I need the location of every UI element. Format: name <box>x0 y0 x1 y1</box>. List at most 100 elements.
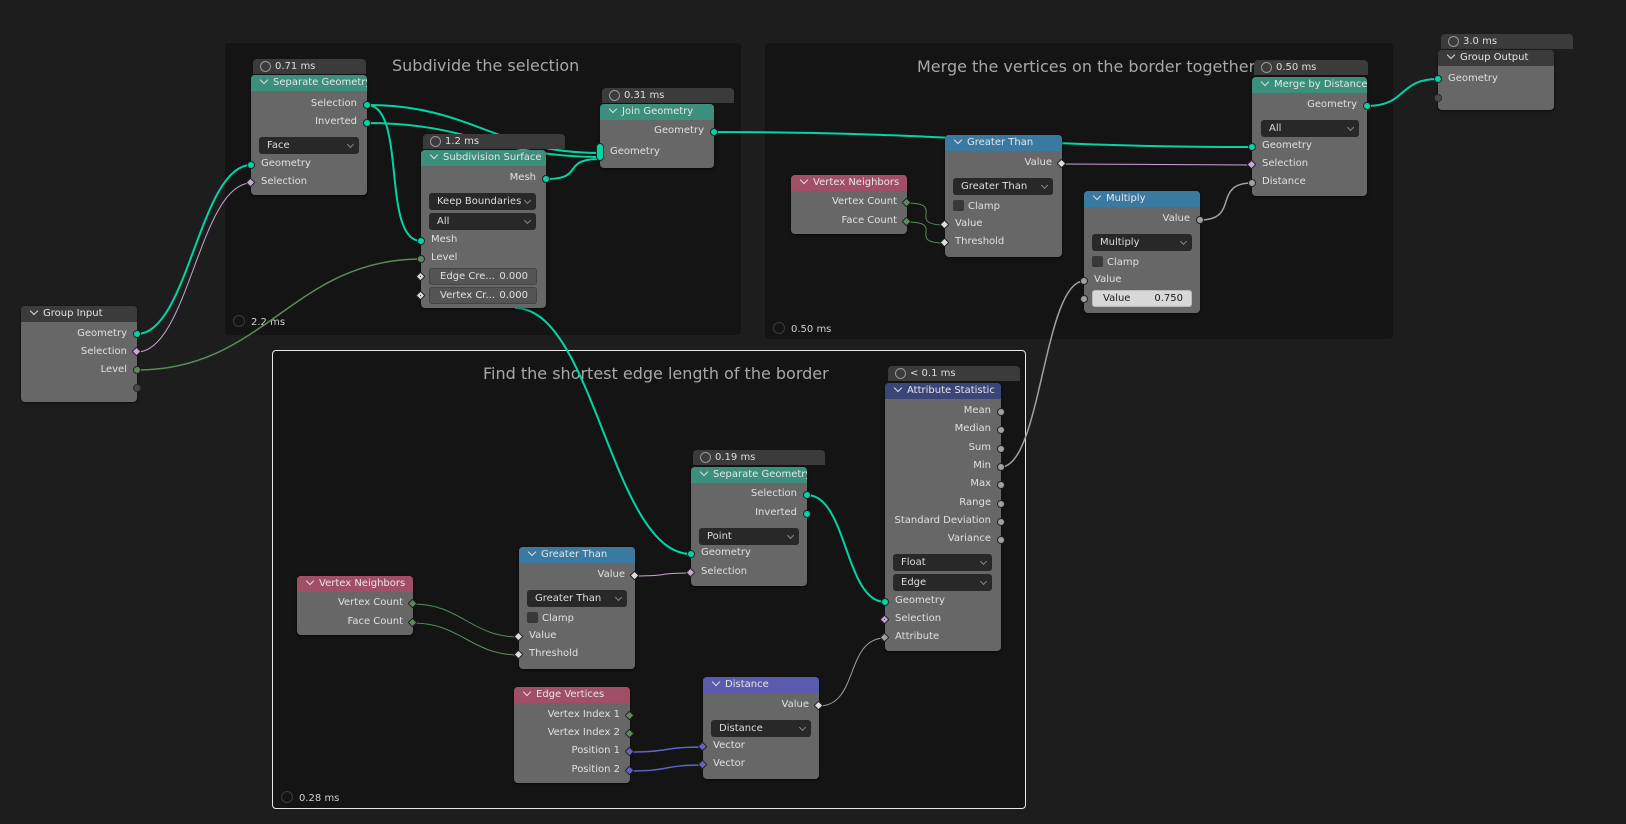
socket-inverted-out[interactable] <box>803 510 811 518</box>
socket-empty-out[interactable] <box>133 384 141 392</box>
node-vertex-neighbors[interactable]: Vertex Neighbors Vertex Count Face Count <box>791 175 912 234</box>
dropdown-value: Greater Than <box>961 181 1028 192</box>
socket-geometry-in[interactable] <box>1434 75 1442 83</box>
operation-dropdown[interactable]: Multiply <box>1092 234 1192 251</box>
boundary-dropdown[interactable]: Keep Boundaries <box>429 193 536 210</box>
socket-value-out[interactable] <box>1196 216 1204 224</box>
domain-dropdown[interactable]: Edge <box>893 574 992 591</box>
chevron-down-icon[interactable] <box>799 175 809 185</box>
node-header[interactable]: Group Output <box>1438 50 1554 66</box>
socket-geometry-in[interactable] <box>687 550 695 558</box>
socket-value-b-in[interactable] <box>1080 295 1088 303</box>
node-header[interactable]: Distance <box>703 677 819 693</box>
operation-dropdown[interactable]: Greater Than <box>953 178 1053 195</box>
node-vertex-neighbors[interactable]: Vertex Neighbors Vertex Count Face Count <box>297 576 418 635</box>
socket-median-out[interactable] <box>997 426 1005 434</box>
domain-dropdown[interactable]: Point <box>699 528 799 545</box>
node-separate-geometry[interactable]: Separate Geometry Selection Inverted Fac… <box>245 75 371 195</box>
checkbox-box[interactable] <box>953 200 964 211</box>
chevron-down-icon[interactable] <box>305 576 315 586</box>
checkbox-box[interactable] <box>1092 256 1103 267</box>
socket-selection-out[interactable] <box>363 101 371 109</box>
data-type-dropdown[interactable]: Float <box>893 554 992 571</box>
chevron-down-icon[interactable] <box>953 135 963 145</box>
domain-dropdown[interactable]: Face <box>259 137 359 154</box>
node-header[interactable]: Subdivision Surface <box>421 150 546 166</box>
clamp-checkbox[interactable]: Clamp <box>953 200 1000 213</box>
field-value: 0.000 <box>499 290 528 301</box>
socket-level-in[interactable] <box>417 255 425 263</box>
node-greater-than[interactable]: Greater Than Value Greater Than Clamp Va… <box>939 135 1067 257</box>
socket-max-out[interactable] <box>997 481 1005 489</box>
node-header[interactable]: Join Geometry <box>600 104 714 120</box>
node-header[interactable]: Merge by Distance <box>1252 77 1367 93</box>
chevron-down-icon[interactable] <box>608 104 618 114</box>
node-distance[interactable]: Distance Value Distance Vector Vector <box>697 677 824 779</box>
socket-min-out[interactable] <box>997 463 1005 471</box>
edge-crease-field[interactable]: Edge Cre... 0.000 <box>429 268 537 285</box>
chevron-down-icon[interactable] <box>527 547 537 557</box>
socket-mean-out[interactable] <box>997 408 1005 416</box>
chevron-down-icon[interactable] <box>522 687 532 697</box>
checkbox-box[interactable] <box>527 612 538 623</box>
chevron-down-icon[interactable] <box>29 306 39 316</box>
node-greater-than[interactable]: Greater Than Value Greater Than Clamp Va… <box>513 547 640 669</box>
socket-distance-in[interactable] <box>1248 179 1256 187</box>
socket-geometry-multi-in[interactable] <box>596 143 604 161</box>
uv-smooth-dropdown[interactable]: All <box>429 213 536 230</box>
socket-std-dev-out[interactable] <box>997 518 1005 526</box>
chevron-down-icon[interactable] <box>429 150 439 160</box>
node-header[interactable]: Group Input <box>21 306 137 322</box>
node-header[interactable]: Vertex Neighbors <box>297 576 413 592</box>
chevron-down-icon[interactable] <box>1446 50 1456 60</box>
node-join-geometry[interactable]: Join Geometry Geometry Geometry <box>596 104 718 168</box>
field-value: 0.000 <box>499 271 528 282</box>
node-attribute-statistic[interactable]: Attribute Statistic Mean Median Sum Min … <box>879 383 1005 651</box>
mode-dropdown[interactable]: All <box>1261 120 1359 137</box>
socket-geometry-in[interactable] <box>247 161 255 169</box>
operation-dropdown[interactable]: Distance <box>711 720 811 737</box>
chevron-down-icon[interactable] <box>699 467 709 477</box>
node-header[interactable]: Separate Geometry <box>691 467 807 483</box>
socket-geometry-out[interactable] <box>710 128 718 136</box>
node-group-output[interactable]: Group Output Geometry <box>1434 50 1554 110</box>
node-header[interactable]: Separate Geometry <box>251 75 367 91</box>
socket-selection-out[interactable] <box>803 491 811 499</box>
clamp-checkbox[interactable]: Clamp <box>527 612 574 625</box>
node-subdivision-surface[interactable]: Subdivision Surface Mesh Keep Boundaries… <box>415 150 550 308</box>
chevron-down-icon[interactable] <box>893 383 903 393</box>
socket-empty-in[interactable] <box>1434 94 1442 102</box>
node-separate-geometry[interactable]: Separate Geometry Selection Inverted Poi… <box>685 467 811 586</box>
chevron-down-icon[interactable] <box>1092 191 1102 201</box>
node-edge-vertices[interactable]: Edge Vertices Vertex Index 1 Vertex Inde… <box>514 687 635 783</box>
socket-range-out[interactable] <box>997 500 1005 508</box>
vertex-crease-field[interactable]: Vertex Cr... 0.000 <box>429 287 537 304</box>
socket-inverted-out[interactable] <box>363 119 371 127</box>
socket-level-out[interactable] <box>133 366 141 374</box>
socket-label: Value <box>1162 213 1190 224</box>
operation-dropdown[interactable]: Greater Than <box>527 590 627 607</box>
node-header[interactable]: Greater Than <box>519 547 635 563</box>
socket-geometry-out[interactable] <box>1363 102 1371 110</box>
chevron-down-icon[interactable] <box>259 75 269 85</box>
node-multiply[interactable]: Multiply Value Multiply Clamp Value Valu… <box>1080 191 1204 313</box>
socket-mesh-out[interactable] <box>542 175 550 183</box>
socket-geometry-out[interactable] <box>133 330 141 338</box>
chevron-down-icon[interactable] <box>1260 77 1270 87</box>
node-header[interactable]: Attribute Statistic <box>885 383 1001 399</box>
socket-variance-out[interactable] <box>997 536 1005 544</box>
node-header[interactable]: Edge Vertices <box>514 687 630 703</box>
node-header[interactable]: Greater Than <box>945 135 1062 151</box>
socket-mesh-in[interactable] <box>417 237 425 245</box>
node-header[interactable]: Multiply <box>1084 191 1200 207</box>
node-merge-by-distance[interactable]: Merge by Distance Geometry All Geometry … <box>1246 77 1371 196</box>
socket-value-in[interactable] <box>1080 277 1088 285</box>
socket-geometry-in[interactable] <box>1248 143 1256 151</box>
socket-sum-out[interactable] <box>997 445 1005 453</box>
clamp-checkbox[interactable]: Clamp <box>1092 256 1139 269</box>
node-header[interactable]: Vertex Neighbors <box>791 175 907 191</box>
node-group-input[interactable]: Group Input Geometry Selection Level <box>21 306 142 402</box>
socket-geometry-in[interactable] <box>881 598 889 606</box>
chevron-down-icon[interactable] <box>711 677 721 687</box>
value-field[interactable]: Value 0.750 <box>1092 290 1192 307</box>
